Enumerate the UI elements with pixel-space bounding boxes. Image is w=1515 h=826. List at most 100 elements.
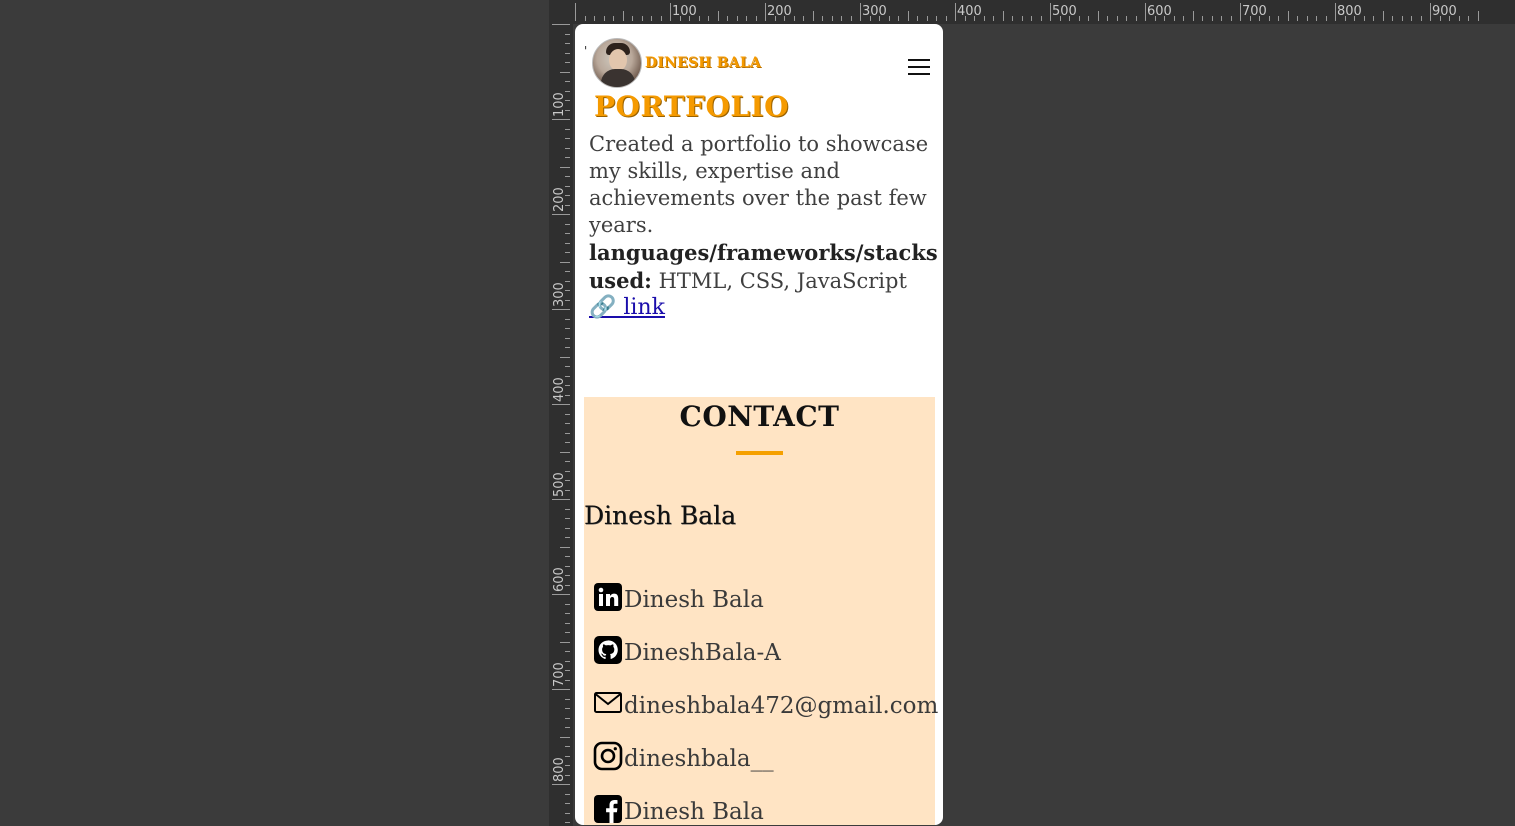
ruler-tick: [565, 803, 570, 804]
ruler-tick: [1420, 16, 1422, 21]
ruler-tick: [552, 784, 570, 785]
ruler-tick: [565, 271, 570, 272]
profile-avatar[interactable]: [592, 38, 642, 88]
ruler-tick: [632, 16, 633, 21]
ruler-tick: [983, 16, 985, 21]
ruler-tick: [565, 413, 570, 415]
contact-section: CONTACT Dinesh Bala Dinesh Bala DineshBa…: [584, 397, 938, 825]
ruler-tick: [560, 451, 570, 453]
tech-stack-value: HTML, CSS, JavaScript: [658, 269, 907, 293]
ruler-tick: [793, 16, 795, 21]
ruler-tick: [552, 499, 570, 500]
ruler-tick: [1430, 3, 1431, 21]
ruler-tick: [552, 309, 570, 310]
ruler-tick: [1173, 16, 1175, 21]
ruler-tick: [850, 16, 852, 21]
brand-name[interactable]: DINESH BALA: [645, 55, 761, 71]
ruler-tick: [717, 11, 719, 21]
ruler-tick: [565, 432, 570, 434]
ruler-tick: [651, 16, 652, 21]
email-link[interactable]: dineshbala472@gmail.com: [592, 683, 938, 719]
ruler-tick: [565, 603, 570, 605]
contact-title: CONTACT: [679, 400, 840, 433]
ruler-tick: [565, 223, 570, 225]
ruler-tick: [1268, 16, 1270, 21]
ruler-tick: [1126, 16, 1127, 21]
ruler-label: 400: [957, 4, 982, 19]
ruler-tick: [565, 518, 570, 519]
ruler-tick: [1306, 16, 1308, 21]
facebook-link[interactable]: Dinesh Bala: [592, 789, 764, 825]
linkedin-link[interactable]: Dinesh Bala: [592, 577, 764, 613]
ruler-tick: [565, 613, 570, 614]
ruler-label: 800: [1337, 4, 1362, 19]
instagram-icon: [592, 740, 624, 772]
github-link[interactable]: DineshBala-A: [592, 630, 781, 666]
ruler-tick: [560, 166, 570, 168]
ruler-tick: [1468, 16, 1469, 21]
hamburger-icon[interactable]: [908, 59, 930, 77]
ruler-tick: [560, 546, 570, 548]
ruler-label: 800: [552, 757, 567, 782]
ruler-tick: [860, 3, 861, 21]
ruler-tick: [1287, 11, 1289, 21]
ruler-tick: [1145, 3, 1146, 21]
mail-icon: [592, 687, 624, 719]
ruler-tick: [565, 698, 570, 700]
ruler-tick: [622, 11, 624, 21]
ruler-tick: [641, 16, 643, 21]
ruler-label: 300: [552, 282, 567, 307]
ruler-tick: [565, 157, 570, 158]
ruler-label: 100: [672, 4, 697, 19]
ruler-label: 700: [1242, 4, 1267, 19]
ruler-tick: [888, 16, 890, 21]
ruler-tick: [560, 261, 570, 263]
ruler-tick: [917, 16, 918, 21]
ruler-tick: [1040, 16, 1042, 21]
ruler-tick: [552, 594, 570, 595]
title-underline: [736, 451, 783, 455]
ruler-tick: [565, 33, 570, 35]
instagram-link[interactable]: dineshbala__: [592, 736, 774, 772]
ruler-tick: [1363, 16, 1365, 21]
ruler-tick: [1316, 16, 1317, 21]
linkedin-label: Dinesh Bala: [624, 587, 764, 613]
ruler-tick: [1458, 16, 1460, 21]
ruler-tick: [727, 16, 728, 21]
ruler-tick: [755, 16, 757, 21]
ruler-tick: [1373, 16, 1374, 21]
ruler-tick: [565, 337, 570, 339]
ruler-tick: [565, 62, 570, 63]
navbar: DINESH BALA: [575, 24, 943, 88]
ruler-tick: [1411, 16, 1412, 21]
ruler-label: 400: [552, 377, 567, 402]
ruler-tick: [1078, 16, 1080, 21]
ruler-tick: [708, 16, 709, 21]
ruler-tick: [1211, 16, 1213, 21]
facebook-label: Dinesh Bala: [624, 799, 764, 825]
ruler-tick: [1021, 16, 1023, 21]
horizontal-ruler: 100 200 300 400 500 600 700 800 900: [549, 0, 1515, 24]
ruler-tick: [565, 537, 570, 538]
ruler-tick: [1031, 16, 1032, 21]
ruler-tick: [565, 242, 570, 244]
portfolio-description: Created a portfolio to showcase my skill…: [589, 132, 929, 237]
instagram-label: dineshbala__: [624, 746, 774, 772]
ruler-tick: [831, 16, 833, 21]
ruler-tick: [565, 556, 570, 557]
ruler-tick: [565, 366, 570, 367]
github-label: DineshBala-A: [624, 640, 781, 666]
ruler-tick: [565, 442, 570, 443]
ruler-tick: [552, 119, 570, 120]
ruler-tick: [1183, 16, 1184, 21]
ruler-tick: [575, 3, 576, 21]
ruler-tick: [1278, 16, 1279, 21]
ruler-tick: [613, 16, 614, 21]
ruler-tick: [565, 147, 570, 149]
ruler-label: 500: [552, 472, 567, 497]
ruler-tick: [565, 812, 570, 814]
portfolio-link[interactable]: 🔗 link: [589, 295, 665, 320]
vertical-ruler: 100 200 300 400 500 600 700 800: [549, 24, 573, 826]
ruler-tick: [565, 651, 570, 652]
ruler-tick: [1050, 3, 1051, 21]
